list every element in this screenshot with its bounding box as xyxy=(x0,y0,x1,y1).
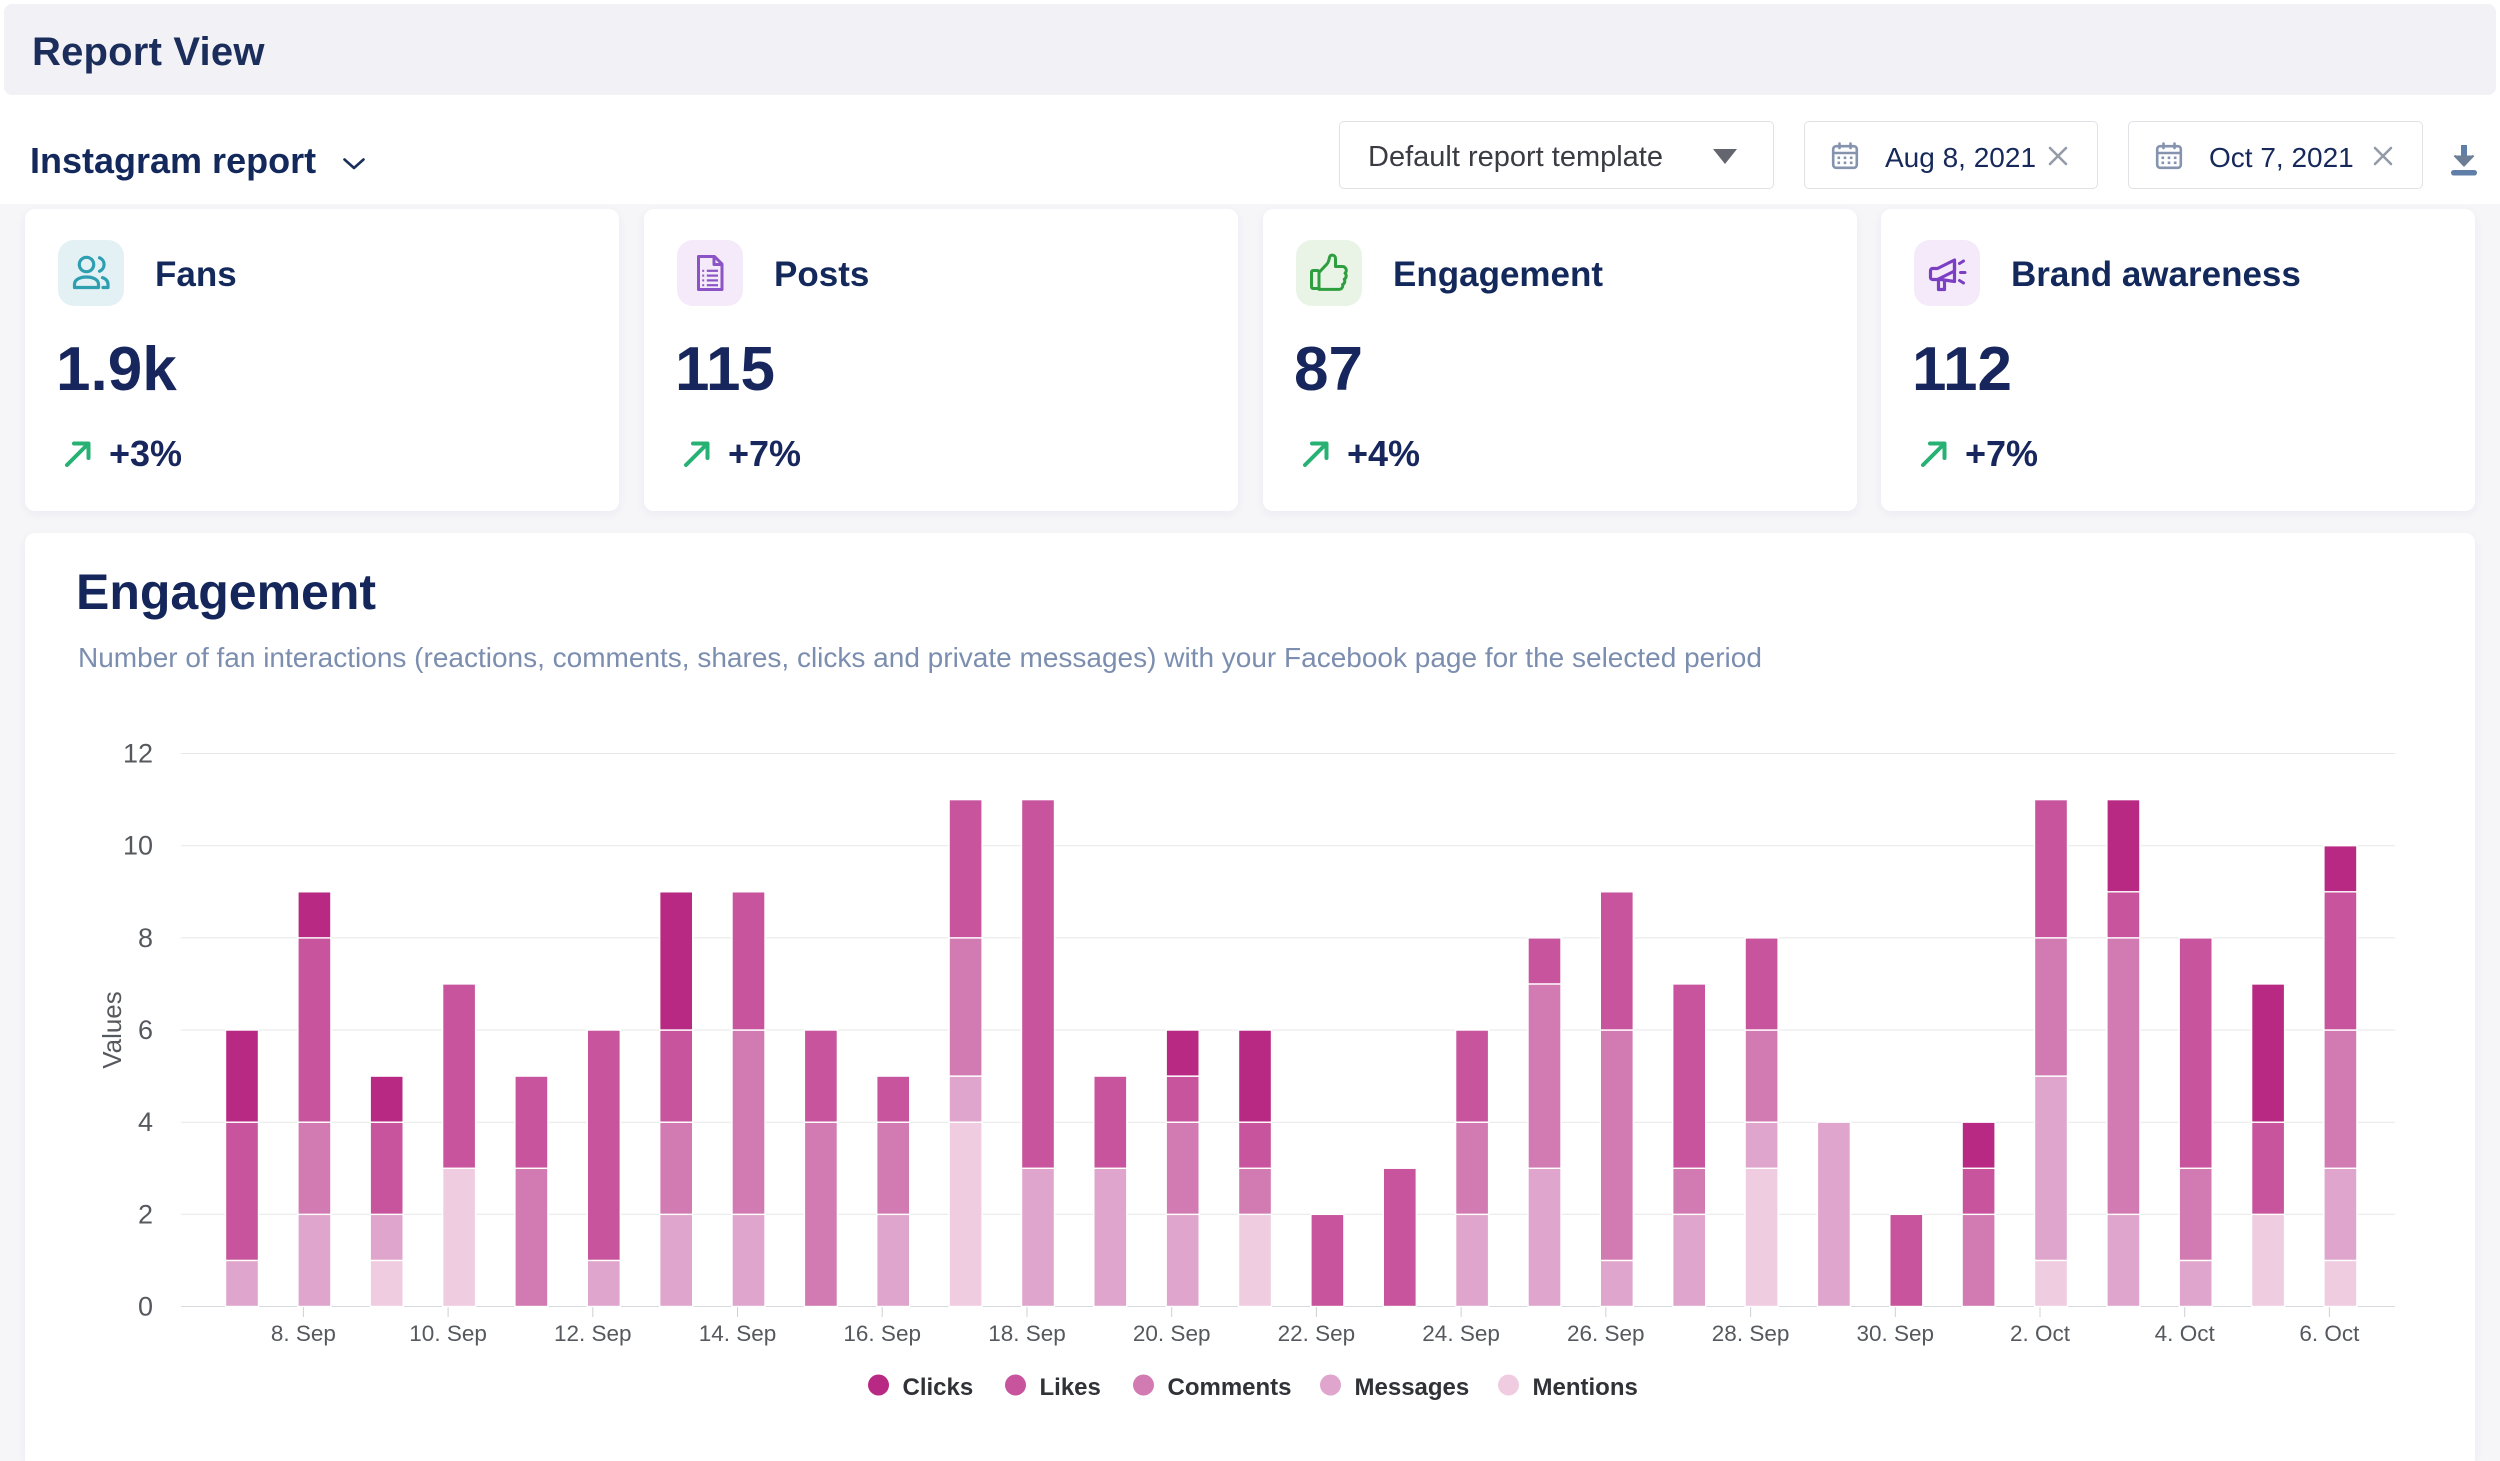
svg-text:2: 2 xyxy=(138,1199,153,1229)
svg-text:22. Sep: 22. Sep xyxy=(1278,1321,1356,1346)
svg-text:20. Sep: 20. Sep xyxy=(1133,1321,1211,1346)
svg-text:26. Sep: 26. Sep xyxy=(1567,1321,1645,1346)
svg-text:4. Oct: 4. Oct xyxy=(2155,1321,2216,1346)
svg-text:10. Sep: 10. Sep xyxy=(409,1321,487,1346)
svg-text:28. Sep: 28. Sep xyxy=(1712,1321,1790,1346)
svg-text:Mentions: Mentions xyxy=(1533,1374,1638,1401)
svg-text:6. Oct: 6. Oct xyxy=(2299,1321,2360,1346)
svg-text:24. Sep: 24. Sep xyxy=(1422,1321,1500,1346)
svg-text:Clicks: Clicks xyxy=(903,1374,974,1401)
svg-text:Likes: Likes xyxy=(1040,1374,1101,1401)
svg-text:18. Sep: 18. Sep xyxy=(988,1321,1066,1346)
svg-text:12. Sep: 12. Sep xyxy=(554,1321,632,1346)
svg-text:Comments: Comments xyxy=(1168,1374,1292,1401)
svg-text:0: 0 xyxy=(138,1292,153,1322)
svg-text:6: 6 xyxy=(138,1015,153,1045)
svg-text:12: 12 xyxy=(123,739,153,769)
svg-text:8: 8 xyxy=(138,923,153,953)
svg-text:14. Sep: 14. Sep xyxy=(699,1321,777,1346)
svg-text:Messages: Messages xyxy=(1355,1374,1470,1401)
svg-text:Values: Values xyxy=(97,991,127,1069)
svg-text:30. Sep: 30. Sep xyxy=(1857,1321,1935,1346)
svg-text:16. Sep: 16. Sep xyxy=(843,1321,921,1346)
svg-text:4: 4 xyxy=(138,1107,153,1137)
svg-text:10: 10 xyxy=(123,831,153,861)
svg-text:8. Sep: 8. Sep xyxy=(271,1321,336,1346)
svg-text:2. Oct: 2. Oct xyxy=(2010,1321,2071,1346)
